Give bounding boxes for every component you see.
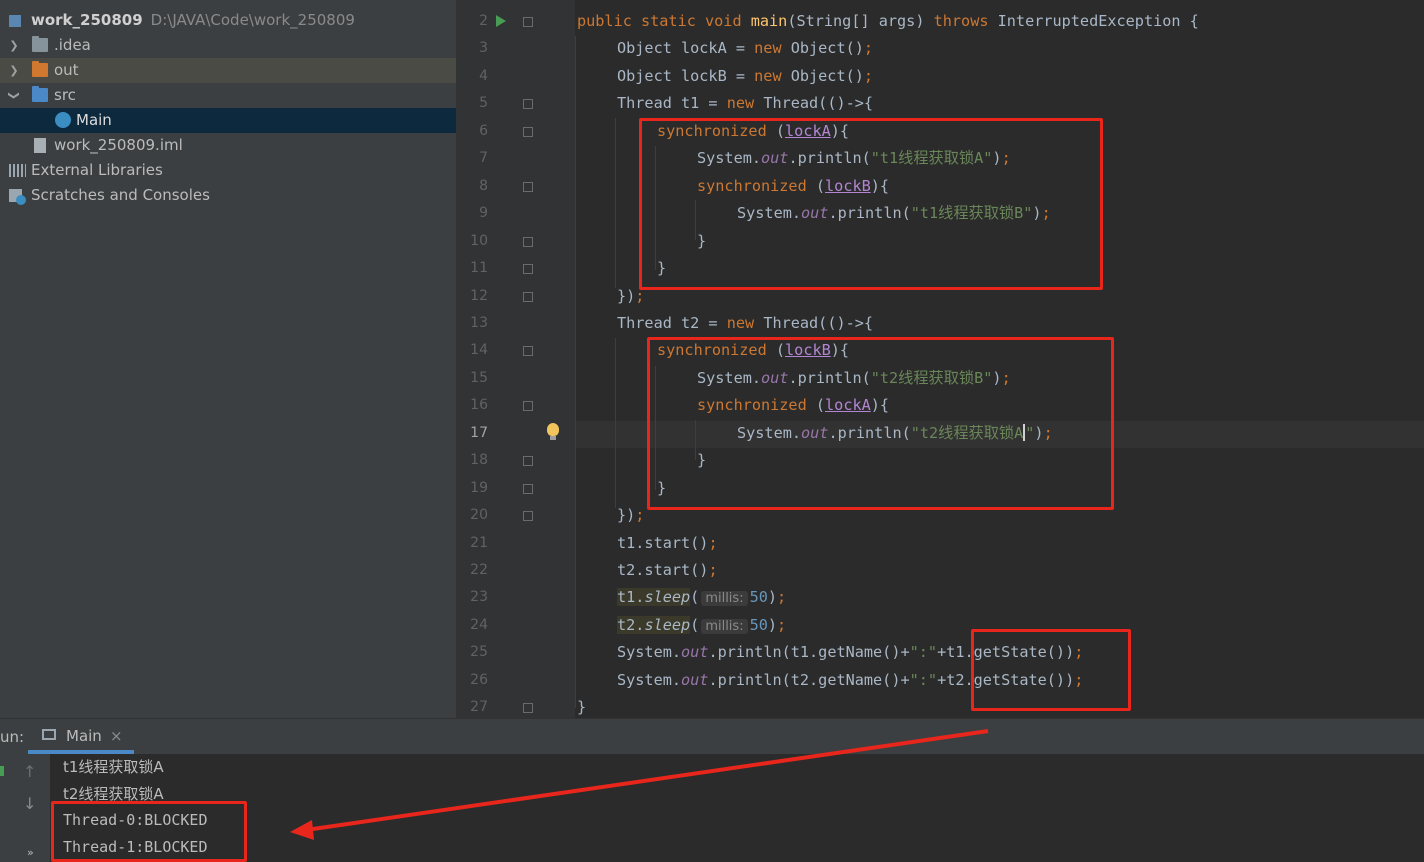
annotation-arrow-layer (290, 729, 989, 840)
annotation-arrow (305, 729, 989, 832)
annotation-arrow-head (290, 820, 314, 840)
